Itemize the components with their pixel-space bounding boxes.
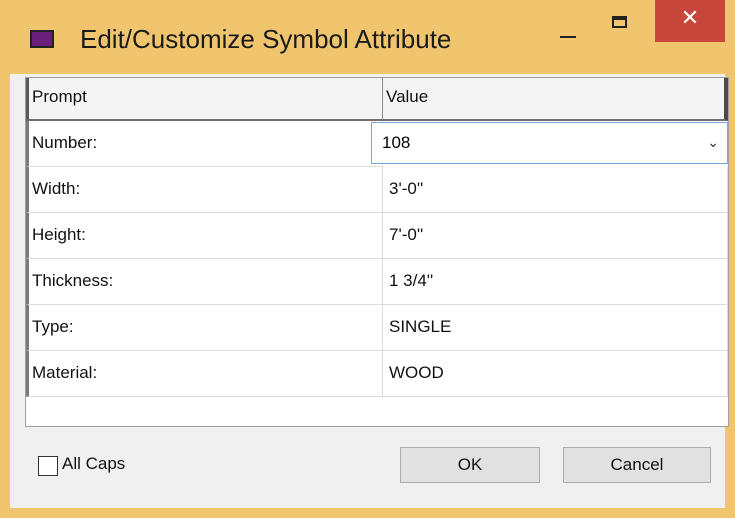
all-caps-label[interactable]: All Caps: [62, 454, 125, 474]
dialog-footer: All Caps OK Cancel: [10, 430, 725, 508]
number-combobox[interactable]: 108 ⌄: [371, 122, 728, 164]
dialog-window: Edit/Customize Symbol Attribute ✕ Prompt…: [0, 0, 735, 518]
prompt-cell: Material:: [26, 351, 383, 397]
close-icon: ✕: [680, 6, 700, 31]
value-cell[interactable]: 7'-0'': [383, 213, 728, 259]
prompt-cell: Width:: [26, 167, 383, 213]
grid-row-material: Material: WOOD: [26, 351, 728, 397]
column-header-prompt[interactable]: Prompt: [26, 78, 383, 121]
ok-button[interactable]: OK: [400, 447, 540, 483]
minimize-icon: [560, 36, 576, 38]
all-caps-checkbox[interactable]: [38, 456, 58, 476]
dialog-body: Prompt Value Number: 108 ⌄ Width: 3'-0''…: [10, 74, 729, 508]
value-cell[interactable]: WOOD: [383, 351, 728, 397]
app-icon: [30, 30, 54, 48]
column-header-value[interactable]: Value: [383, 78, 728, 121]
cancel-button[interactable]: Cancel: [563, 447, 711, 483]
grid-row-number: Number: 108 ⌄: [26, 121, 728, 167]
prompt-cell: Type:: [26, 305, 383, 351]
prompt-cell: Height:: [26, 213, 383, 259]
grid-row-type: Type: SINGLE: [26, 305, 728, 351]
value-cell[interactable]: 3'-0'': [383, 167, 728, 213]
attribute-grid: Prompt Value Number: 108 ⌄ Width: 3'-0''…: [25, 77, 729, 427]
close-button[interactable]: ✕: [655, 0, 725, 42]
grid-row-height: Height: 7'-0'': [26, 213, 728, 259]
title-bar[interactable]: Edit/Customize Symbol Attribute ✕: [0, 0, 735, 74]
value-cell[interactable]: 1 3/4'': [383, 259, 728, 305]
maximize-icon: [612, 16, 627, 28]
window-title: Edit/Customize Symbol Attribute: [80, 24, 452, 54]
grid-header: Prompt Value: [26, 78, 728, 121]
value-cell[interactable]: SINGLE: [383, 305, 728, 351]
minimize-button[interactable]: [548, 6, 588, 46]
chevron-down-icon[interactable]: ⌄: [707, 123, 719, 163]
maximize-button[interactable]: [600, 6, 640, 46]
prompt-cell: Number:: [26, 121, 383, 167]
combobox-value: 108: [382, 133, 411, 152]
prompt-cell: Thickness:: [26, 259, 383, 305]
grid-row-width: Width: 3'-0'': [26, 167, 728, 213]
grid-row-thickness: Thickness: 1 3/4'': [26, 259, 728, 305]
